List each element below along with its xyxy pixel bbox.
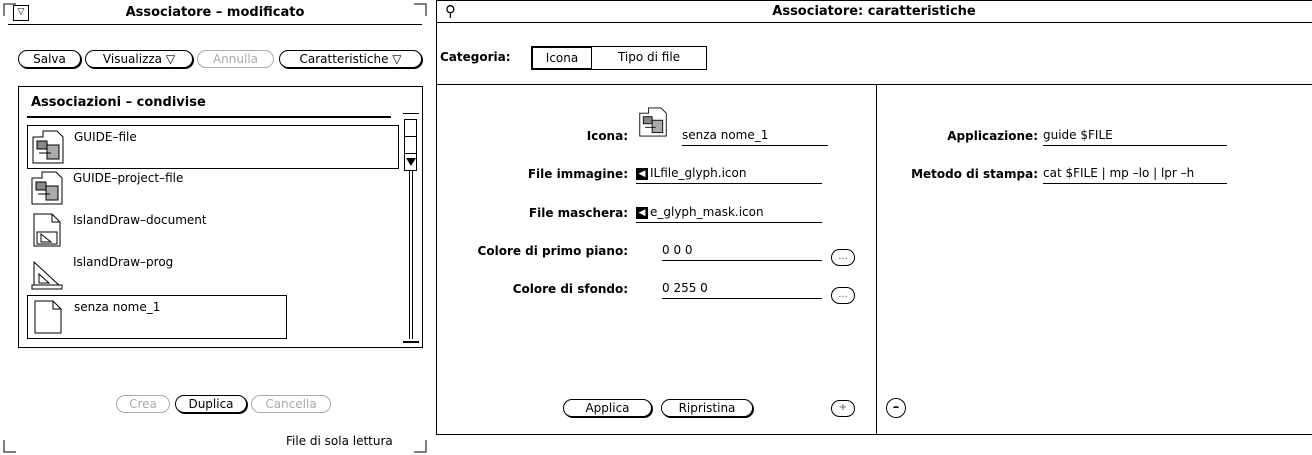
list-item[interactable]: IslandDraw–document [27, 209, 397, 251]
window-title: Associatore: caratteristiche [772, 4, 976, 19]
foreground-color-chooser-button[interactable]: ... [831, 249, 855, 266]
annulla-button[interactable]: Annulla [197, 50, 274, 68]
salva-button[interactable]: Salva [18, 50, 81, 68]
list-item-label: GUIDE–project–file [73, 171, 184, 185]
scrollbar-track[interactable] [409, 171, 413, 339]
scroll-down-arrow-icon[interactable] [406, 158, 416, 166]
list-item[interactable]: GUIDE–project–file [27, 167, 397, 209]
list-item-label: IslandDraw–prog [73, 255, 174, 269]
icon-label: Icona: [586, 129, 628, 143]
applica-button[interactable]: Applica [563, 399, 652, 417]
list-item[interactable]: senza nome_1 [27, 295, 287, 339]
scroll-up-arrow-icon[interactable] [407, 123, 415, 130]
image-file-field[interactable]: ◀ ILfile_glyph.icon [636, 166, 822, 184]
associatore-window: ▽ Associatore – modificato Salva Visuali… [0, 0, 430, 455]
scroll-left-icon[interactable]: ◀ [636, 167, 648, 180]
list-title-underline [27, 116, 391, 118]
foreground-color-field[interactable]: 0 0 0 [662, 243, 822, 261]
duplica-button[interactable]: Duplica [175, 395, 247, 413]
scrollbar-elevator[interactable] [404, 119, 417, 171]
application-field[interactable]: guide $FILE [1043, 128, 1227, 146]
list-item-label: GUIDE–file [74, 130, 137, 144]
category-label: Categoria: [440, 50, 511, 64]
image-file-label: File immagine: [527, 167, 628, 181]
blank-document-icon [34, 300, 62, 334]
add-button[interactable]: + [831, 400, 855, 417]
mask-file-field[interactable]: ◀ e_glyph_mask.icon [636, 205, 822, 223]
scroll-left-icon[interactable]: ◀ [636, 206, 648, 219]
guide-project-file-icon [31, 171, 63, 205]
crea-button[interactable]: Crea [116, 395, 170, 413]
separator [436, 84, 1312, 85]
mask-file-label: File maschera: [528, 206, 628, 220]
list-item[interactable]: IslandDraw–prog [27, 251, 397, 293]
panel-divider [876, 85, 877, 435]
island-draw-document-icon [33, 213, 61, 247]
print-method-field[interactable]: cat $FILE | mp –lo | lpr –h [1043, 166, 1227, 184]
background-color-chooser-button[interactable]: ... [831, 287, 855, 304]
foreground-color-label: Colore di primo piano: [477, 244, 628, 258]
visualizza-button[interactable]: Visualizza ▽ [85, 50, 193, 68]
print-method-label: Metodo di stampa: [911, 167, 1038, 181]
caratteristiche-window: ⚲ Associatore: caratteristiche Categoria… [436, 0, 1312, 435]
background-color-label: Colore di sfondo: [512, 282, 628, 296]
guide-file-icon [32, 130, 64, 164]
guide-file-icon [639, 107, 667, 137]
background-color-field[interactable]: 0 255 0 [662, 281, 822, 299]
remove-button[interactable]: – [886, 398, 906, 418]
image-file-value: ILfile_glyph.icon [650, 166, 747, 180]
list-item-label: IslandDraw–document [73, 213, 207, 227]
footer-status: File di sola lettura [286, 434, 393, 448]
icon-name-field[interactable]: senza nome_1 [682, 128, 828, 146]
tab-icona[interactable]: Icona [532, 47, 592, 69]
list-item[interactable]: GUIDE–file [27, 125, 399, 169]
associations-list: Associazioni – condivise GUIDE–file GUID… [18, 86, 423, 348]
application-label: Applicazione: [947, 129, 1038, 143]
tab-tipo-di-file[interactable]: Tipo di file [592, 47, 706, 69]
list-title: Associazioni – condivise [31, 95, 206, 110]
ripristina-button[interactable]: Ripristina [661, 399, 753, 417]
cancella-button[interactable]: Cancella [251, 395, 331, 413]
list-scrollbar[interactable] [403, 113, 419, 345]
list-item-label: senza nome_1 [74, 300, 161, 314]
window-title: Associatore – modificato [125, 5, 305, 20]
caratteristiche-button[interactable]: Caratteristiche ▽ [279, 50, 422, 68]
mask-file-value: e_glyph_mask.icon [650, 205, 764, 219]
island-draw-prog-icon [31, 260, 63, 290]
category-tabs: Icona Tipo di file [531, 46, 707, 70]
